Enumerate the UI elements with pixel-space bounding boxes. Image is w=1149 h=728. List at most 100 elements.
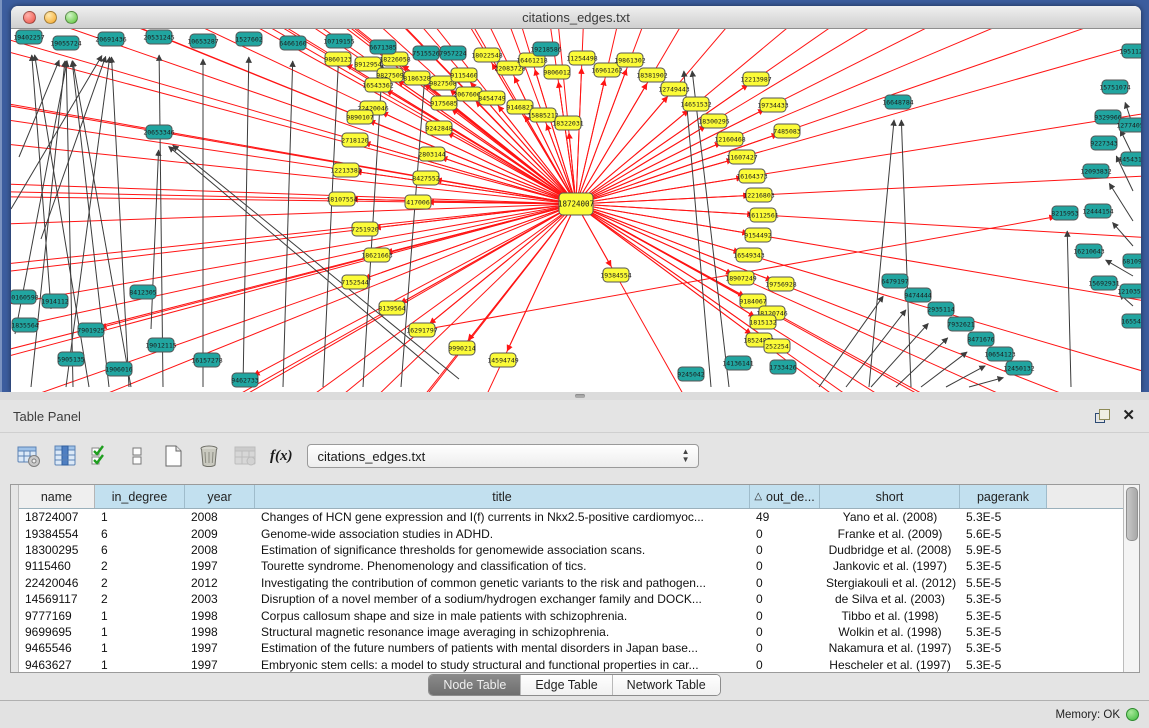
column-header-short[interactable]: short [820, 485, 960, 508]
graph-node[interactable]: 7251920 [351, 222, 378, 236]
graph-node[interactable]: 8186328 [403, 71, 430, 85]
table-cell[interactable]: 9777169 [19, 609, 95, 623]
column-header-title[interactable]: title [255, 485, 750, 508]
table-cell[interactable]: 0 [750, 576, 820, 590]
graph-node[interactable]: 15692931 [1088, 276, 1119, 290]
table-cell[interactable]: 0 [750, 641, 820, 655]
graph-node[interactable]: 1914112 [41, 294, 68, 308]
graph-node[interactable]: 14136141 [722, 356, 753, 370]
graph-node[interactable]: 12160468 [714, 132, 745, 146]
table-cell[interactable]: 5.3E-5 [960, 609, 1047, 623]
graph-node[interactable]: 20531245 [143, 30, 174, 44]
graph-node[interactable]: 8912954 [354, 57, 381, 71]
table-cell[interactable]: 5.6E-5 [960, 527, 1047, 541]
graph-node[interactable]: 9227343 [1090, 136, 1117, 150]
graph-node[interactable]: 16648784 [882, 95, 913, 109]
table-cell[interactable]: 5.5E-5 [960, 576, 1047, 590]
table-cell[interactable]: 22420046 [19, 576, 95, 590]
graph-node[interactable]: 19756928 [765, 277, 796, 291]
graph-node[interactable]: 8427552 [412, 171, 439, 185]
graph-node[interactable]: 2803144 [418, 147, 445, 161]
graph-node[interactable]: 14594749 [487, 353, 518, 367]
graph-node[interactable]: 19402257 [13, 30, 44, 44]
graph-node[interactable]: 12093832 [1080, 164, 1111, 178]
table-scrollbar[interactable] [1123, 485, 1139, 672]
table-cell[interactable]: Hescheler et al. (1997) [820, 658, 960, 672]
graph-node[interactable]: 9245042 [677, 367, 704, 381]
table-cell[interactable]: 0 [750, 527, 820, 541]
graph-node[interactable]: 14651532 [680, 97, 711, 111]
tab-edge-table[interactable]: Edge Table [521, 675, 612, 695]
table-cell[interactable]: 0 [750, 658, 820, 672]
table-cell[interactable]: 2 [95, 576, 185, 590]
float-panel-icon[interactable] [1095, 409, 1110, 423]
graph-node[interactable]: 10719155 [323, 34, 354, 48]
graph-node[interactable]: 14543123 [1118, 152, 1141, 166]
graph-node[interactable]: 18322031 [552, 116, 583, 130]
graph-node[interactable]: 16549343 [733, 248, 764, 262]
graph-node[interactable]: 11607427 [726, 150, 757, 164]
graph-node[interactable]: 18907249 [725, 271, 756, 285]
graph-node[interactable]: 19861302 [614, 53, 645, 67]
column-header-out-de-[interactable]: △out_de... [750, 485, 820, 508]
graph-node[interactable]: 7515526 [412, 46, 439, 60]
table-cell[interactable]: 2008 [185, 543, 255, 557]
graph-node[interactable]: 8215953 [1051, 206, 1078, 220]
graph-node[interactable]: 9990214 [448, 341, 475, 355]
graph-node[interactable]: 9474444 [904, 288, 931, 302]
graph-node[interactable]: 12749443 [658, 82, 689, 96]
graph-node[interactable]: 8471676 [967, 332, 994, 346]
graph-node[interactable]: 16112561 [747, 208, 778, 222]
graph-node[interactable]: 18724007 [558, 193, 594, 215]
table-cell[interactable]: Nakamura et al. (1997) [820, 641, 960, 655]
graph-node[interactable]: 7957224 [439, 46, 466, 60]
table-cell[interactable]: Investigating the contribution of common… [255, 576, 750, 590]
graph-node[interactable]: 12774054 [1116, 118, 1141, 132]
table-cell[interactable]: 0 [750, 543, 820, 557]
graph-node[interactable]: 12213383 [330, 163, 361, 177]
table-cell[interactable]: 1 [95, 641, 185, 655]
graph-node[interactable]: 9462733 [231, 373, 258, 387]
table-cell[interactable]: Dudbridge et al. (2008) [820, 543, 960, 557]
table-cell[interactable]: 9115460 [19, 559, 95, 573]
graph-node[interactable]: 1815132 [749, 315, 776, 329]
graph-node[interactable]: 417006 [405, 195, 431, 209]
table-row[interactable]: 911546021997Tourette syndrome. Phenomeno… [19, 558, 1123, 574]
graph-node[interactable]: 19511234 [1119, 44, 1141, 58]
close-panel-icon[interactable]: ✕ [1122, 409, 1135, 423]
table-cell[interactable]: 1 [95, 625, 185, 639]
table-row[interactable]: 2242004622012Investigating the contribut… [19, 575, 1123, 591]
scrollbar-thumb[interactable] [1126, 487, 1138, 541]
network-canvas[interactable]: 9860123891295418226058982750916543362818… [11, 29, 1141, 392]
table-cell[interactable]: 6 [95, 527, 185, 541]
graph-node[interactable]: 19055724 [50, 36, 81, 50]
graph-node[interactable]: 1906016 [105, 362, 132, 376]
graph-node[interactable]: 12444154 [1082, 204, 1113, 218]
table-cell[interactable]: 2012 [185, 576, 255, 590]
window-titlebar[interactable]: citations_edges.txt [11, 6, 1141, 29]
graph-node[interactable]: 19012115 [145, 338, 176, 352]
table-cell[interactable]: 5.3E-5 [960, 592, 1047, 606]
table-cell[interactable]: 0 [750, 592, 820, 606]
graph-node[interactable]: 18300295 [698, 114, 729, 128]
graph-node[interactable]: 20691436 [95, 32, 126, 46]
column-header-name[interactable]: name [19, 485, 95, 508]
table-row[interactable]: 1938455462009Genome-wide association stu… [19, 525, 1123, 541]
table-row[interactable]: 977716911998Corpus callosum shape and si… [19, 607, 1123, 623]
new-document-icon[interactable] [160, 443, 186, 469]
table-cell[interactable]: 2009 [185, 527, 255, 541]
table-cell[interactable]: 2003 [185, 592, 255, 606]
graph-node[interactable]: 1527602 [235, 32, 262, 46]
function-builder-icon[interactable]: f(x) [270, 448, 293, 465]
table-cell[interactable]: 5.3E-5 [960, 559, 1047, 573]
graph-node[interactable]: 8454749 [478, 91, 505, 105]
graph-node[interactable]: 9242848 [425, 121, 452, 135]
graph-node[interactable]: 16291797 [406, 323, 437, 337]
graph-node[interactable]: 7485083 [773, 124, 800, 138]
checklist-icon[interactable] [88, 443, 114, 469]
table-cell[interactable]: Yano et al. (2008) [820, 510, 960, 524]
table-cell[interactable]: 1997 [185, 658, 255, 672]
graph-node[interactable]: 12216803 [743, 188, 774, 202]
table-cell[interactable]: 1997 [185, 641, 255, 655]
table-cell[interactable]: 2008 [185, 510, 255, 524]
